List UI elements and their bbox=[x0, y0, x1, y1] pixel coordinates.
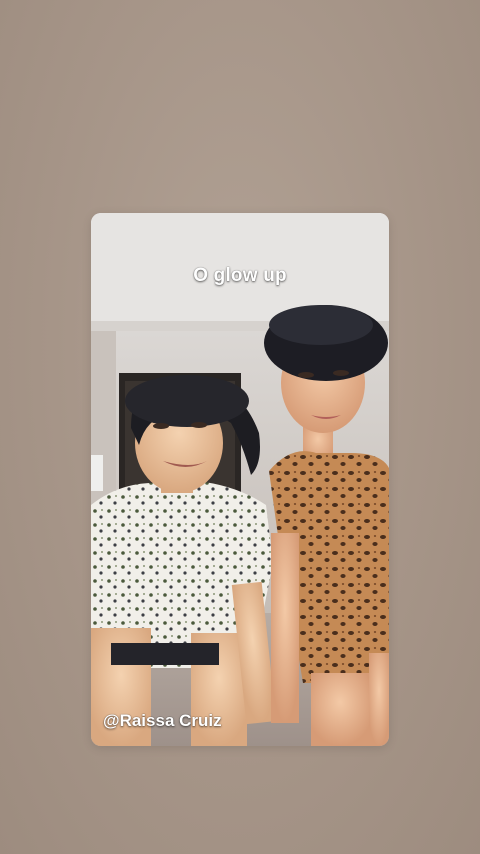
creator-watermark: @Raissa Cruiz bbox=[103, 711, 222, 730]
video-caption: O glow up bbox=[193, 265, 287, 286]
video-player[interactable]: O glow up @Raissa Cruiz bbox=[91, 213, 389, 746]
video-frame-image bbox=[91, 213, 389, 746]
